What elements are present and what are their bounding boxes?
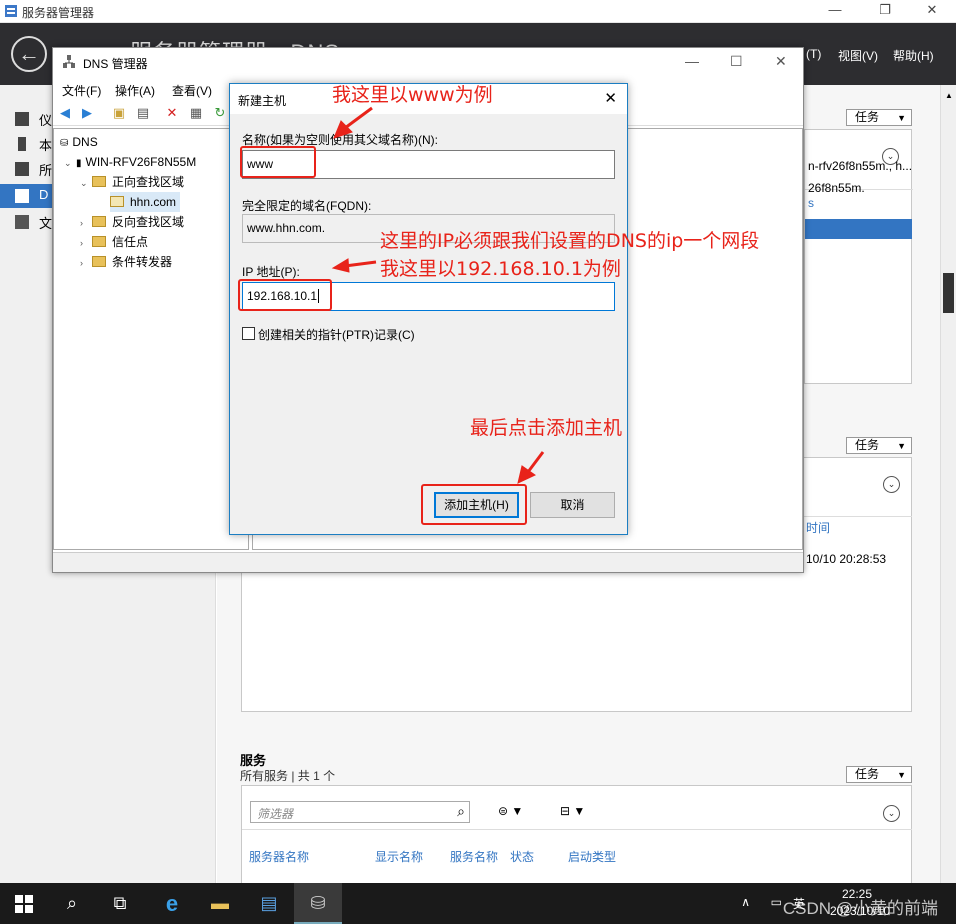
back-arrow-icon[interactable]: ←: [11, 36, 47, 72]
folder-up-icon[interactable]: ▣: [111, 105, 127, 121]
dns-manager-titlebar: DNS 管理器 — ☐ ✕: [53, 48, 803, 78]
annotation-ip-line2: 我这里以192.168.10.1为例: [380, 258, 621, 280]
save-options-icon[interactable]: ⊟ ▼: [560, 804, 585, 818]
minimize-icon[interactable]: —: [825, 2, 845, 17]
servers-panel: ⌄ n-rfv26f8n55m., h... 26f8n55m. s: [804, 129, 913, 384]
menu-tools[interactable]: (T): [806, 47, 821, 61]
taskbar: ⌕ ⧉ e ▬ ▤ ⛁ ∧ ▭ 英 22:25 2023/10/10 CSDN …: [0, 883, 956, 924]
vertical-scrollbar[interactable]: ▲: [940, 85, 956, 883]
dns-icon: [63, 55, 75, 68]
server-icon: [18, 137, 26, 151]
column-header-time[interactable]: 时间: [806, 519, 830, 536]
scroll-up-icon[interactable]: ▲: [945, 91, 953, 100]
chevron-up-icon[interactable]: ∧: [741, 895, 750, 909]
chevron-down-icon[interactable]: ⌄: [883, 476, 900, 493]
annotation-add: 最后点击添加主机: [470, 417, 623, 439]
tree-node-reverse-zones[interactable]: › 反向查找区域: [80, 212, 184, 232]
start-button[interactable]: [0, 883, 48, 924]
column-header-service-name[interactable]: 服务名称: [450, 848, 498, 865]
back-icon[interactable]: ◀: [57, 105, 73, 121]
dns-tree-pane: ⛁ DNS ⌄ ▮ WIN-RFV26F8N55M ⌄ 正向查找区域 hhn.com ›…: [53, 128, 249, 550]
close-icon[interactable]: ✕: [922, 2, 942, 18]
highlight-ip-field: [238, 279, 332, 311]
tree-node-forward-zones[interactable]: ⌄ 正向查找区域: [80, 172, 184, 192]
server-row-fqdn: 26f8n55m.: [808, 181, 865, 195]
folder-icon: [92, 236, 106, 247]
services-subtitle: 所有服务 | 共 1 个: [240, 769, 336, 783]
dns-manager-taskbar-icon[interactable]: ⛁: [294, 883, 342, 924]
menu-action[interactable]: 操作(A): [115, 82, 155, 99]
folder-icon: [92, 176, 106, 187]
annotation-name: 我这里以www为例: [332, 84, 493, 106]
zone-icon: [110, 196, 124, 207]
event-time: 10/10 20:28:53: [806, 552, 887, 566]
tasks-button-events[interactable]: 任务: [846, 437, 912, 454]
servers-icon: [15, 162, 29, 176]
tree-node-trust-points[interactable]: › 信任点: [80, 232, 148, 252]
restore-icon[interactable]: ❐: [875, 2, 895, 18]
server-manager-titlebar: 服务器管理器 — ❐ ✕: [0, 0, 956, 23]
search-icon[interactable]: ⌕: [48, 883, 96, 924]
show-tree-icon[interactable]: ▤: [135, 105, 151, 121]
tasks-button-servers[interactable]: 任务: [846, 109, 912, 126]
network-icon[interactable]: ▭: [771, 895, 782, 909]
properties-icon[interactable]: ▦: [188, 105, 204, 121]
ptr-checkbox[interactable]: [242, 327, 255, 340]
list-options-icon[interactable]: ⊜ ▼: [498, 804, 523, 818]
annotation-ip-line1: 这里的IP必须跟我们设置的DNS的ip一个网段: [380, 230, 760, 252]
column-header-server-name[interactable]: 服务器名称: [249, 848, 309, 865]
ptr-label[interactable]: 创建相关的指针(PTR)记录(C): [258, 326, 415, 343]
server-row-name: n-rfv26f8n55m., h...: [808, 159, 913, 173]
chevron-down-icon[interactable]: ⌄: [883, 805, 900, 822]
server-link[interactable]: s: [808, 196, 814, 210]
window-title: 服务器管理器: [22, 6, 95, 20]
menu-view[interactable]: 视图(V): [838, 47, 878, 64]
windows-logo-icon: [15, 895, 33, 913]
dialog-title: 新建主机: [238, 94, 287, 108]
folder-icon: [92, 216, 106, 227]
ip-label: IP 地址(P):: [242, 265, 300, 279]
fqdn-label: 完全限定的域名(FQDN):: [242, 199, 372, 213]
dns-status-bar: [53, 552, 803, 572]
folder-icon: [92, 256, 106, 267]
highlight-add-button: [421, 484, 527, 525]
menu-file[interactable]: 文件(F): [62, 82, 101, 99]
refresh-icon[interactable]: ↻: [212, 105, 228, 121]
menu-help[interactable]: 帮助(H): [893, 47, 934, 64]
column-header-start-type[interactable]: 启动类型: [568, 848, 616, 865]
tree-node-conditional-forwarders[interactable]: › 条件转发器: [80, 252, 172, 272]
watermark: CSDN @小黄的前端: [782, 899, 938, 918]
close-icon[interactable]: ✕: [775, 53, 787, 70]
forward-icon[interactable]: ▶: [79, 105, 95, 121]
column-header-status[interactable]: 状态: [510, 848, 534, 865]
menu-view[interactable]: 查看(V): [172, 82, 212, 99]
scroll-thumb[interactable]: [943, 273, 954, 313]
dashboard-icon: [15, 112, 29, 126]
minimize-icon[interactable]: —: [685, 53, 699, 69]
table-row-selected[interactable]: [805, 219, 912, 239]
task-view-icon[interactable]: ⧉: [96, 883, 144, 924]
tasks-button-services[interactable]: 任务: [846, 766, 912, 783]
internet-explorer-icon[interactable]: e: [148, 883, 196, 924]
dns-icon: [15, 189, 29, 203]
server-manager-taskbar-icon[interactable]: ▤: [245, 883, 293, 924]
tree-node-dns[interactable]: ⛁ DNS: [60, 132, 98, 152]
filter-input[interactable]: 筛选器 ⌕: [250, 801, 470, 823]
column-header-display-name[interactable]: 显示名称: [375, 848, 423, 865]
delete-icon[interactable]: ✕: [164, 105, 180, 121]
services-panel: 筛选器 ⌕ ⊜ ▼ ⊟ ▼ ⌄ 服务器名称 显示名称 服务名称 状态 启动类型: [241, 785, 912, 883]
cancel-button[interactable]: 取消: [530, 492, 615, 518]
highlight-name-field: [240, 146, 316, 178]
file-explorer-icon[interactable]: ▬: [196, 883, 244, 924]
tree-node-zone-hhn[interactable]: hhn.com: [110, 192, 181, 212]
dns-window-title: DNS 管理器: [83, 57, 148, 71]
close-icon[interactable]: ✕: [604, 89, 617, 107]
search-icon[interactable]: ⌕: [457, 803, 465, 820]
server-manager-icon: [5, 5, 17, 17]
maximize-icon[interactable]: ☐: [730, 53, 743, 70]
file-services-icon: [15, 215, 29, 229]
tree-node-server[interactable]: ⌄ ▮ WIN-RFV26F8N55M: [64, 152, 196, 172]
